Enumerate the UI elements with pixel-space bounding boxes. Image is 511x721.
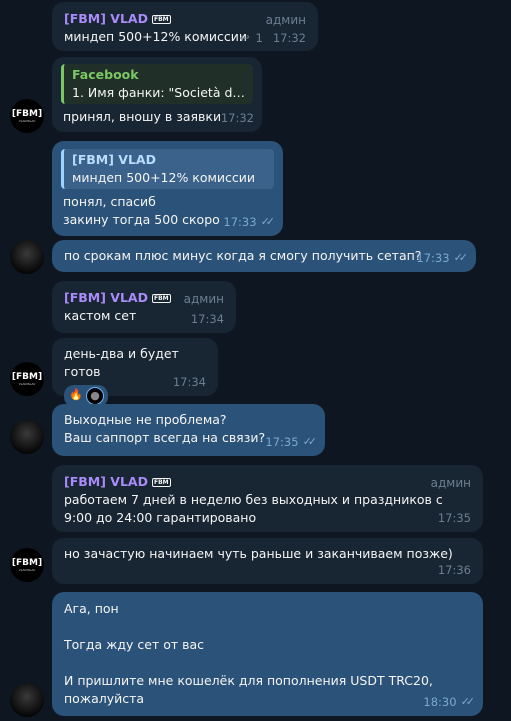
double-check-icon: ✓✓ xyxy=(460,695,476,708)
message-bubble[interactable]: Facebook 1. Имя фанки: "Società di tr...… xyxy=(52,57,262,132)
sender-name[interactable]: [FBM] VLAD FBM xyxy=(64,10,171,28)
reply-quote[interactable]: [FBM] VLAD миндеп 500+12% комиссии xyxy=(61,149,274,189)
avatar[interactable]: [FBM] VLADISLAV xyxy=(10,99,44,133)
admin-badge: админ xyxy=(265,13,306,27)
message-text: Ага, пон Тогда жду сет от вас И пришлите… xyxy=(64,601,433,706)
message-text: работаем 7 дней в неделю без выходных и … xyxy=(64,492,443,525)
message-time: 17:32 xyxy=(220,111,254,125)
reply-quote[interactable]: Facebook 1. Имя фанки: "Società di tr... xyxy=(61,64,253,104)
message-bubble[interactable]: Ага, пон Тогда жду сет от вас И пришлите… xyxy=(52,592,483,716)
message-time: 17:36 xyxy=(437,563,471,577)
message-bubble[interactable]: Выходные не проблема? Ваш саппорт всегда… xyxy=(52,404,325,456)
message-text: по срокам плюс минус когда я смогу получ… xyxy=(64,248,422,263)
message-time: 17:35 xyxy=(437,511,471,525)
message-bubble[interactable]: [FBM] VLAD FBM админ работаем 7 дней в не… xyxy=(52,465,483,532)
avatar[interactable]: [FBM] VLADISLAV xyxy=(10,548,44,582)
avatar[interactable]: [FBM] VLADISLAV xyxy=(10,362,44,396)
message-time: 17:35 xyxy=(265,435,299,449)
message-time: 17:33 xyxy=(223,215,257,229)
message-time: 18:30 xyxy=(423,695,457,709)
message-bubble[interactable]: но зачастую начинаем чуть раньше и закан… xyxy=(52,538,483,584)
quote-title: [FBM] VLAD xyxy=(72,152,156,167)
message-meta: ↩ 1 17:32 xyxy=(239,29,306,47)
admin-badge: админ xyxy=(430,476,471,490)
message-time: 17:34 xyxy=(190,312,224,326)
sender-name[interactable]: [FBM] VLAD FBM xyxy=(64,289,171,307)
message-time: 17:32 xyxy=(272,31,306,45)
fbm-tag-icon: FBM xyxy=(151,293,171,303)
fbm-tag-icon: FBM xyxy=(151,477,171,487)
sender-name[interactable]: [FBM] VLAD FBM xyxy=(64,473,171,491)
quote-title: Facebook xyxy=(72,67,139,82)
reactor-avatar-icon[interactable]: ● xyxy=(86,387,104,405)
reply-arrow-icon[interactable]: ↩ xyxy=(239,29,249,47)
admin-badge: админ xyxy=(183,292,224,306)
double-check-icon: ✓✓ xyxy=(453,251,469,264)
reply-count[interactable]: 1 xyxy=(256,29,263,47)
double-check-icon: ✓✓ xyxy=(302,435,318,448)
message-bubble[interactable]: [FBM] VLAD миндеп 500+12% комиссии понял… xyxy=(52,141,283,236)
fbm-tag-icon: FBM xyxy=(151,14,171,24)
quote-text: миндеп 500+12% комиссии xyxy=(72,170,256,185)
message-bubble[interactable]: [FBM] VLAD FBM админ кастом сет 17:34 xyxy=(52,281,236,333)
avatar[interactable] xyxy=(10,240,44,274)
double-check-icon: ✓✓ xyxy=(260,215,276,228)
message-time: 17:33 xyxy=(416,251,450,265)
avatar[interactable] xyxy=(10,683,44,717)
message-bubble[interactable]: [FBM] VLAD FBM админ миндеп 500+12% комис… xyxy=(52,2,318,51)
message-bubble[interactable]: по срокам плюс минус когда я смогу получ… xyxy=(52,240,476,272)
message-time: 17:34 xyxy=(172,375,206,389)
quote-text: 1. Имя фанки: "Società di tr... xyxy=(72,85,245,100)
message-text: но зачастую начинаем чуть раньше и закан… xyxy=(64,546,453,561)
message-bubble[interactable]: день-два и будет готов 🔥 ● 17:34 xyxy=(52,338,218,407)
avatar[interactable] xyxy=(10,420,44,454)
fire-icon[interactable]: 🔥 xyxy=(68,387,84,403)
